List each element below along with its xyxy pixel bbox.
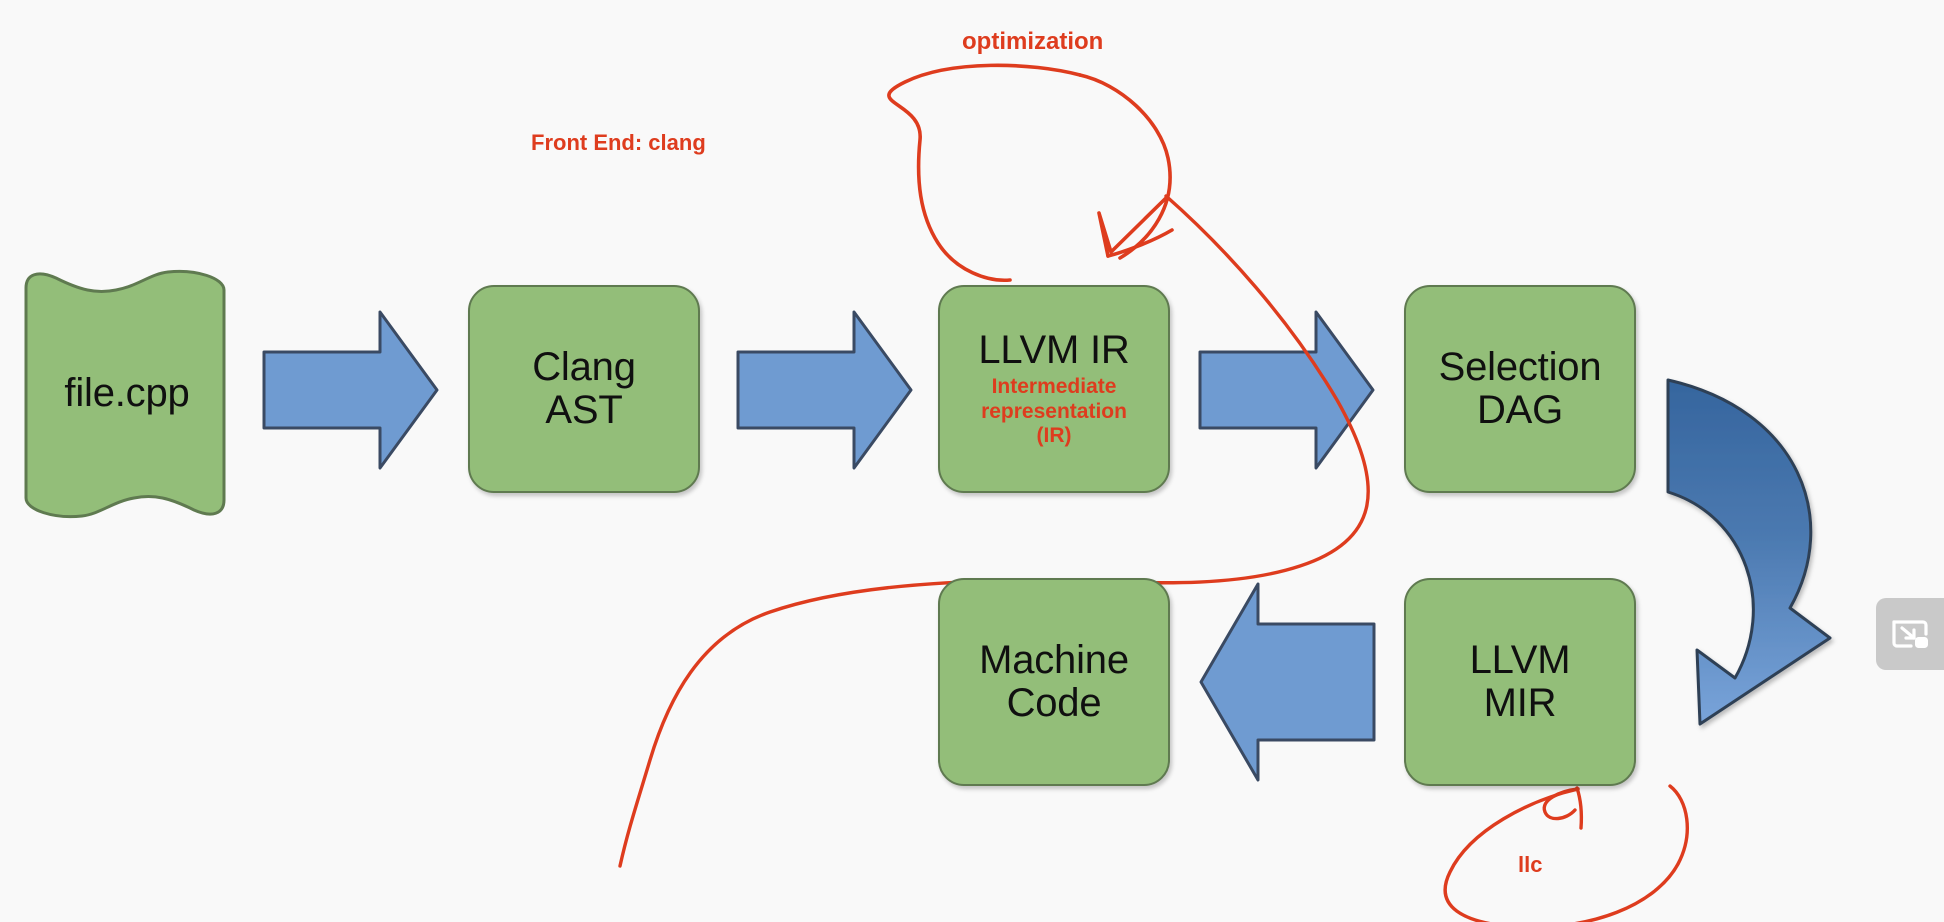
node-clang-ast-label-line1: Clang bbox=[532, 344, 636, 389]
node-llvm-mir-label-line1: LLVM bbox=[1469, 637, 1571, 682]
node-llvm-ir-label: LLVM IR bbox=[978, 327, 1130, 372]
node-clang-ast[interactable]: Clang AST bbox=[468, 285, 700, 493]
diagram-canvas: file.cpp Clang AST LLVM IR Intermediate … bbox=[0, 0, 1944, 922]
node-machine-code-label-line1: Machine bbox=[979, 637, 1129, 682]
node-selection-dag-label-line1: Selection bbox=[1438, 344, 1602, 389]
node-llvm-mir-label-line2: MIR bbox=[1483, 681, 1557, 725]
node-machine-code[interactable]: Machine Code bbox=[938, 578, 1170, 786]
arrow-dag-to-mir bbox=[1666, 378, 1832, 726]
picture-in-picture-button[interactable] bbox=[1876, 598, 1944, 670]
arrow-file-to-ast bbox=[262, 310, 439, 470]
arrow-ast-to-ir bbox=[736, 310, 913, 470]
annotation-llc-loop bbox=[1443, 784, 1689, 922]
picture-in-picture-icon bbox=[1892, 620, 1928, 648]
node-selection-dag[interactable]: Selection DAG bbox=[1404, 285, 1636, 493]
node-machine-code-label-line2: Code bbox=[1006, 681, 1102, 725]
annotation-optimization-loop bbox=[887, 63, 1174, 283]
node-file-cpp[interactable]: file.cpp bbox=[16, 268, 238, 520]
node-file-cpp-label: file.cpp bbox=[64, 371, 190, 416]
arrow-mir-to-machine bbox=[1199, 582, 1376, 782]
annotation-llc-label: llc bbox=[1518, 852, 1543, 877]
node-selection-dag-label-line2: DAG bbox=[1476, 388, 1564, 432]
node-llvm-ir[interactable]: LLVM IR Intermediate representation (IR) bbox=[938, 285, 1170, 493]
node-llvm-ir-sub-line1: Intermediate bbox=[991, 374, 1117, 398]
annotation-frontend-label: Front End: clang bbox=[531, 130, 706, 155]
annotation-optimization-label: optimization bbox=[962, 28, 1104, 55]
node-llvm-ir-sub-line2: representation bbox=[981, 399, 1127, 423]
arrow-ir-to-dag bbox=[1198, 310, 1375, 470]
node-llvm-mir[interactable]: LLVM MIR bbox=[1404, 578, 1636, 786]
node-clang-ast-label-line2: AST bbox=[545, 388, 623, 432]
node-llvm-ir-sub-line3: (IR) bbox=[1036, 424, 1072, 448]
